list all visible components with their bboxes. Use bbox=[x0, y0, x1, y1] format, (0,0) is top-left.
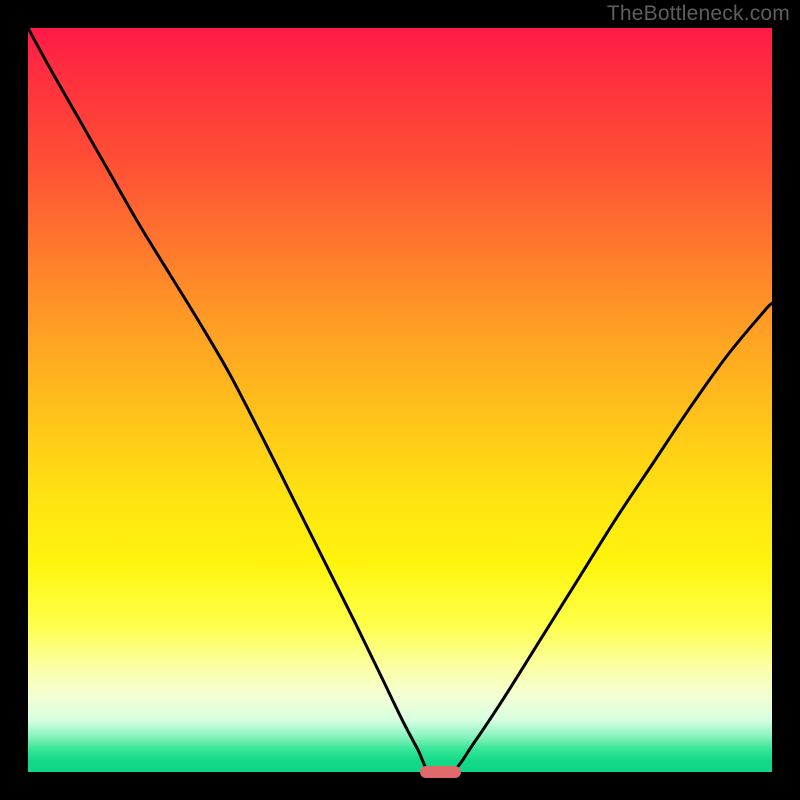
plot-area bbox=[28, 28, 772, 772]
bottleneck-curve-path bbox=[28, 28, 772, 775]
chart-frame: TheBottleneck.com bbox=[0, 0, 800, 800]
optimal-marker bbox=[420, 766, 461, 778]
curve-svg bbox=[28, 28, 772, 772]
watermark-text: TheBottleneck.com bbox=[607, 2, 790, 26]
